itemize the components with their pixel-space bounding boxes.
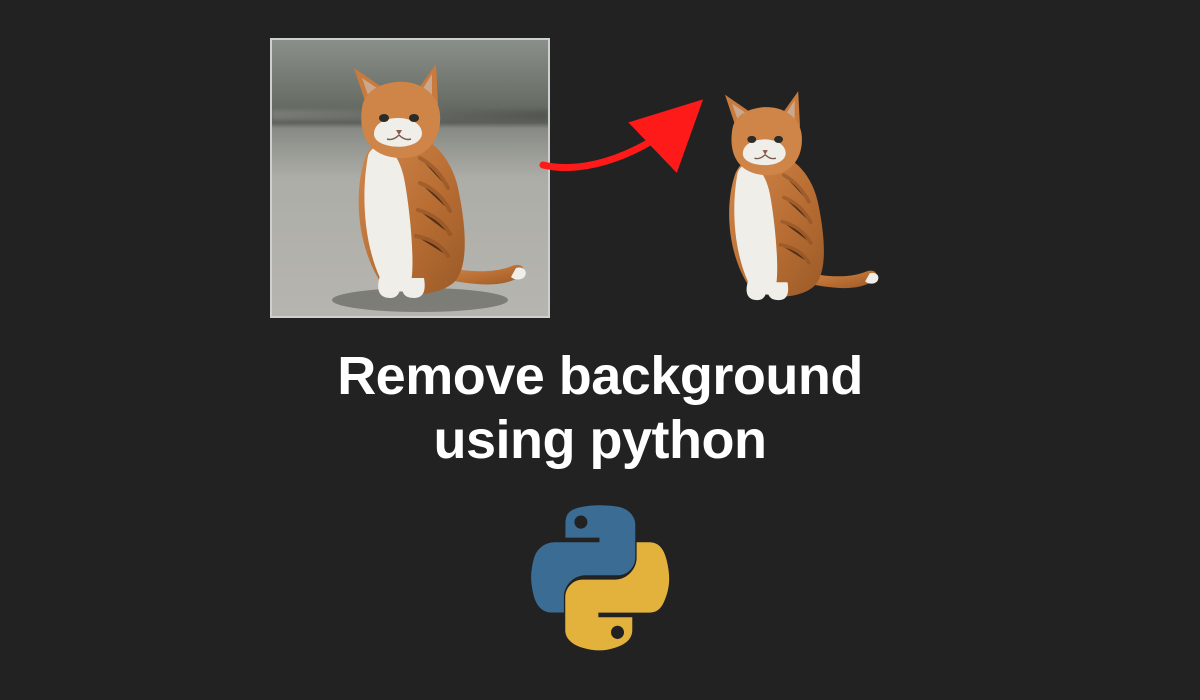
heading-line-1: Remove background xyxy=(0,345,1200,409)
heading-line-2: using python xyxy=(0,409,1200,473)
cat-with-bg xyxy=(270,38,550,318)
page-title: Remove background using python xyxy=(0,345,1200,472)
before-image xyxy=(270,38,550,318)
cat-no-bg xyxy=(650,68,900,318)
after-image xyxy=(650,68,930,348)
python-logo-icon xyxy=(525,505,675,655)
comparison-images xyxy=(0,38,1200,348)
